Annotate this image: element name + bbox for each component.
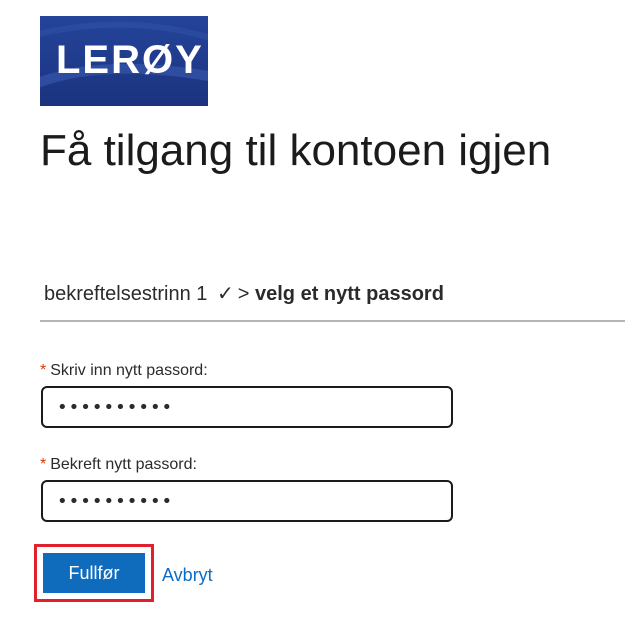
submit-button-highlight: Fullfør (34, 544, 154, 602)
confirm-password-label-text: Bekreft nytt passord: (50, 456, 197, 473)
divider (40, 320, 625, 322)
step-completed: bekreftelsestrinn 1 (44, 283, 208, 305)
confirm-password-label: * Bekreft nytt passord: (40, 455, 197, 475)
password-reset-page: LERØY Få tilgang til kontoen igjen bekre… (0, 0, 625, 639)
required-marker: * (40, 362, 47, 379)
checkmark-icon: ✓ (216, 281, 234, 305)
required-marker: * (40, 456, 47, 473)
cancel-link[interactable]: Avbryt (162, 564, 213, 586)
step-breadcrumb: bekreftelsestrinn 1 ✓ > velg et nytt pass… (44, 280, 444, 307)
new-password-label-text: Skriv inn nytt passord: (50, 362, 208, 379)
submit-button[interactable]: Fullfør (43, 553, 145, 593)
logo-wordmark: LERØY (56, 38, 204, 82)
leroy-logo: LERØY (40, 16, 208, 106)
step-separator: > (237, 283, 250, 305)
new-password-input[interactable] (41, 386, 453, 428)
step-current: velg et nytt passord (255, 283, 444, 305)
confirm-password-input[interactable] (41, 480, 453, 522)
new-password-label: * Skriv inn nytt passord: (40, 361, 208, 381)
page-title: Få tilgang til kontoen igjen (40, 126, 552, 175)
